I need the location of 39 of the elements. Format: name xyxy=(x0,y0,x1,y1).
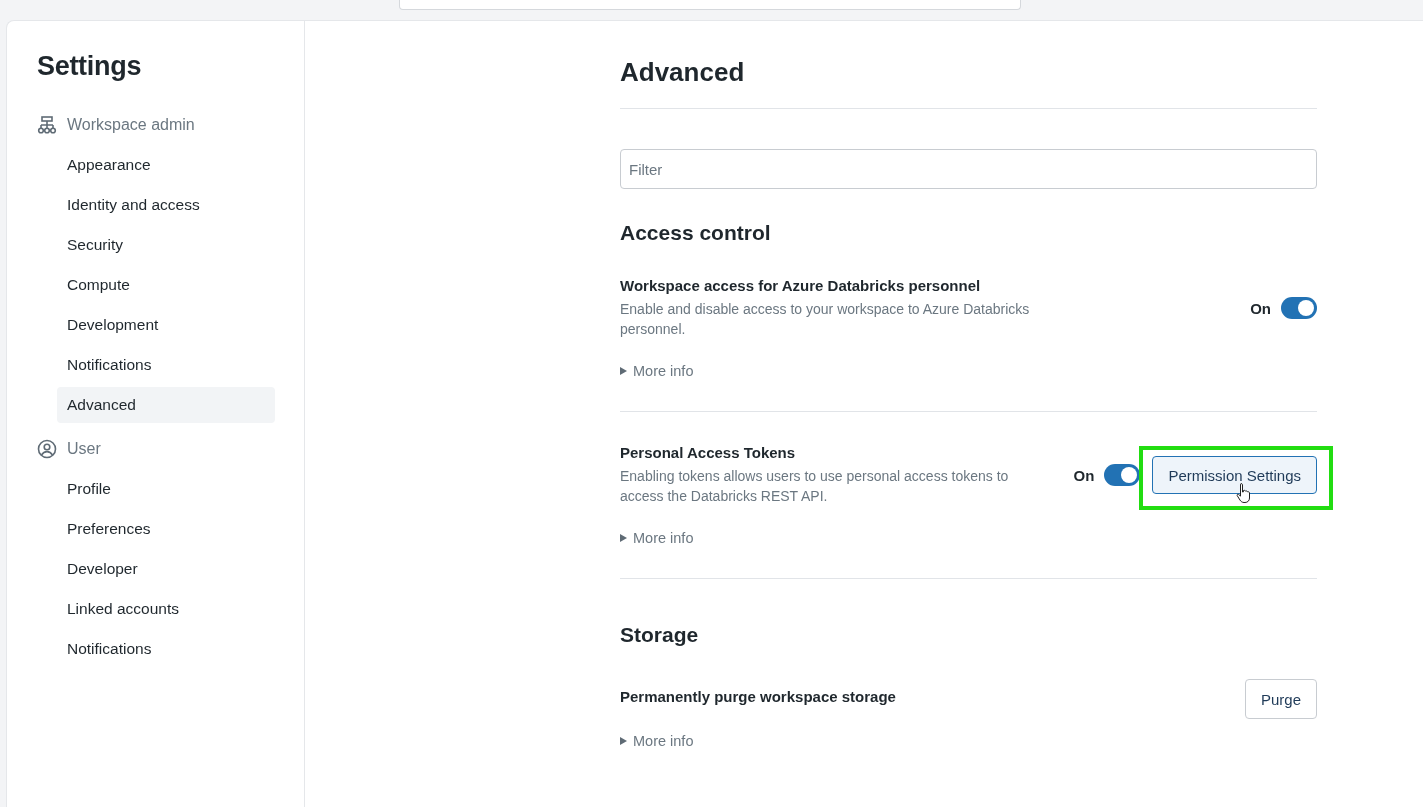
section-heading: Access control xyxy=(620,221,771,245)
setting-title: Permanently purge workspace storage xyxy=(620,688,897,705)
user-icon xyxy=(37,439,57,459)
sidebar-item[interactable]: Linked accounts xyxy=(57,591,275,627)
sidebar-item[interactable]: Compute xyxy=(57,267,275,303)
more-info-toggle[interactable]: More info xyxy=(620,363,694,379)
toggle-switch[interactable] xyxy=(1104,464,1141,486)
toggle-switch[interactable] xyxy=(1281,297,1317,319)
triangle-icon xyxy=(620,737,627,745)
sidebar-item[interactable]: Developer xyxy=(57,551,275,587)
triangle-icon xyxy=(620,367,627,375)
sidebar-title: Settings xyxy=(37,51,143,82)
action-button[interactable]: Permission Settings xyxy=(1152,456,1317,494)
more-info-toggle[interactable]: More info xyxy=(620,733,694,749)
setting-title: Workspace access for Azure Databricks personnel xyxy=(620,277,982,294)
group-label: User xyxy=(67,440,101,458)
sidebar-item[interactable]: Security xyxy=(57,227,275,263)
more-info-toggle[interactable]: More info xyxy=(620,530,694,546)
hand-cursor-icon xyxy=(1236,482,1253,504)
toggle-label: On xyxy=(1250,299,1271,317)
sidebar-item[interactable]: Profile xyxy=(57,471,275,507)
sidebar-item[interactable]: Notifications xyxy=(57,347,275,383)
sidebar-item[interactable]: Notifications xyxy=(57,631,275,667)
hierarchy-icon xyxy=(37,116,57,134)
setting-title: Personal Access Tokens xyxy=(620,444,797,461)
sidebar-item[interactable]: Advanced xyxy=(57,387,275,423)
page-title: Advanced xyxy=(620,57,746,88)
section-heading: Storage xyxy=(620,623,699,647)
group-label: Workspace admin xyxy=(67,116,195,134)
sidebar-item[interactable]: Preferences xyxy=(57,511,275,547)
sidebar-item[interactable]: Development xyxy=(57,307,275,343)
sidebar-item[interactable]: Appearance xyxy=(57,147,275,183)
action-button[interactable]: Purge xyxy=(1244,679,1317,719)
setting-description: Enabling tokens allows users to use personal access tokens to access the Databricks REST API. xyxy=(620,467,1010,506)
toggle-label: On xyxy=(1073,466,1095,484)
sidebar-item[interactable]: Identity and access xyxy=(57,187,275,223)
setting-description: Enable and disable access to your workspace to Azure Databricks personnel. xyxy=(620,300,1031,339)
filter-field[interactable]: Filter xyxy=(620,149,1317,189)
triangle-icon xyxy=(620,534,627,542)
